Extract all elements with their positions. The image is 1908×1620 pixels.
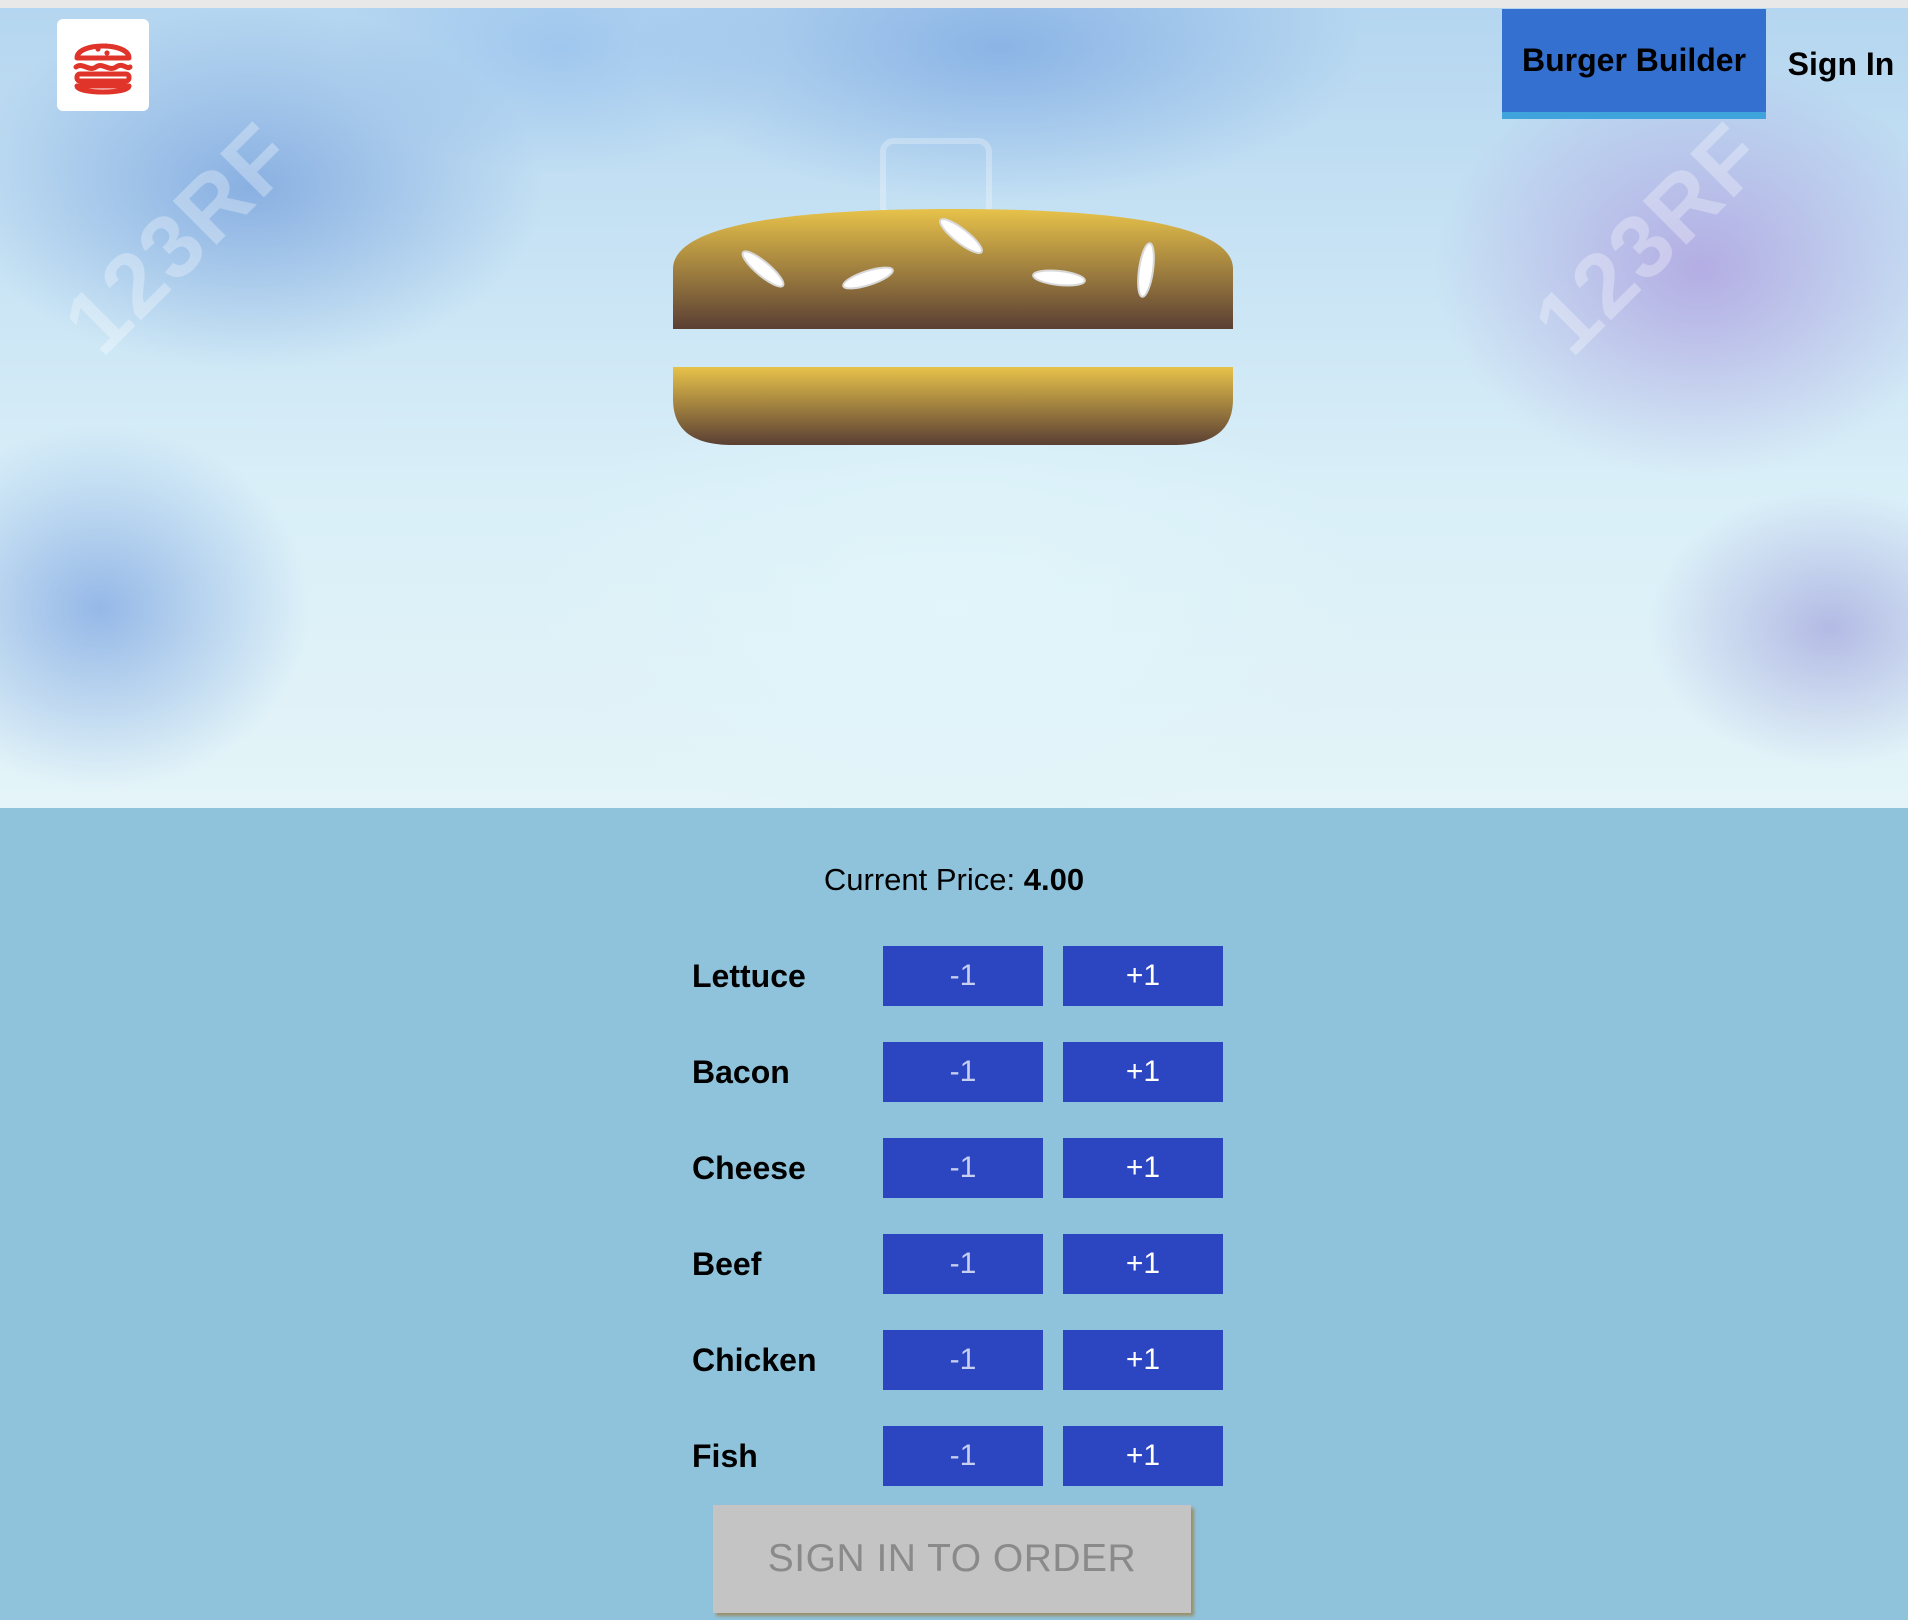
cheese-more-button[interactable]: +1 — [1063, 1138, 1223, 1198]
control-row-bacon: Bacon -1 +1 — [692, 1042, 1224, 1102]
beef-less-button[interactable]: -1 — [883, 1234, 1043, 1294]
watermark-camera-icon — [880, 138, 992, 220]
sign-in-to-order-button[interactable]: SIGN IN TO ORDER — [713, 1505, 1191, 1613]
watermark-left: 123RF — [45, 104, 315, 374]
watermark-right: 123RF — [1515, 104, 1785, 374]
main-nav: Burger Builder Sign In — [1502, 9, 1908, 119]
lettuce-less-button[interactable]: -1 — [883, 946, 1043, 1006]
ingredient-label: Beef — [692, 1245, 762, 1282]
burger-logo-icon — [73, 43, 133, 95]
burger — [673, 209, 1233, 445]
control-row-fish: Fish -1 +1 — [692, 1426, 1224, 1486]
current-price: Current Price: 4.00 — [0, 862, 1908, 898]
chicken-more-button[interactable]: +1 — [1063, 1330, 1223, 1390]
ingredient-label: Cheese — [692, 1149, 806, 1186]
control-row-beef: Beef -1 +1 — [692, 1234, 1224, 1294]
ingredient-label: Lettuce — [692, 957, 806, 994]
beef-more-button[interactable]: +1 — [1063, 1234, 1223, 1294]
lettuce-more-button[interactable]: +1 — [1063, 946, 1223, 1006]
price-label: Current Price: — [823, 862, 1016, 897]
bread-bottom — [673, 367, 1233, 445]
chicken-less-button[interactable]: -1 — [883, 1330, 1043, 1390]
nav-burger-builder[interactable]: Burger Builder — [1502, 9, 1766, 119]
cheese-less-button[interactable]: -1 — [883, 1138, 1043, 1198]
bacon-less-button[interactable]: -1 — [883, 1042, 1043, 1102]
ingredient-label: Fish — [692, 1437, 758, 1474]
build-controls: Current Price: 4.00 Lettuce -1 +1 Bacon … — [0, 808, 1908, 1620]
nav-sign-in[interactable]: Sign In — [1766, 9, 1908, 119]
control-row-lettuce: Lettuce -1 +1 — [692, 946, 1224, 1006]
burger-svg — [673, 209, 1233, 445]
price-value: 4.00 — [1023, 862, 1085, 897]
ingredient-label: Chicken — [692, 1341, 817, 1378]
ingredient-label: Bacon — [692, 1053, 790, 1090]
top-border — [0, 0, 1908, 8]
app-logo[interactable] — [57, 19, 149, 111]
control-row-chicken: Chicken -1 +1 — [692, 1330, 1224, 1390]
fish-less-button[interactable]: -1 — [883, 1426, 1043, 1486]
bacon-more-button[interactable]: +1 — [1063, 1042, 1223, 1102]
fish-more-button[interactable]: +1 — [1063, 1426, 1223, 1486]
control-row-cheese: Cheese -1 +1 — [692, 1138, 1224, 1198]
